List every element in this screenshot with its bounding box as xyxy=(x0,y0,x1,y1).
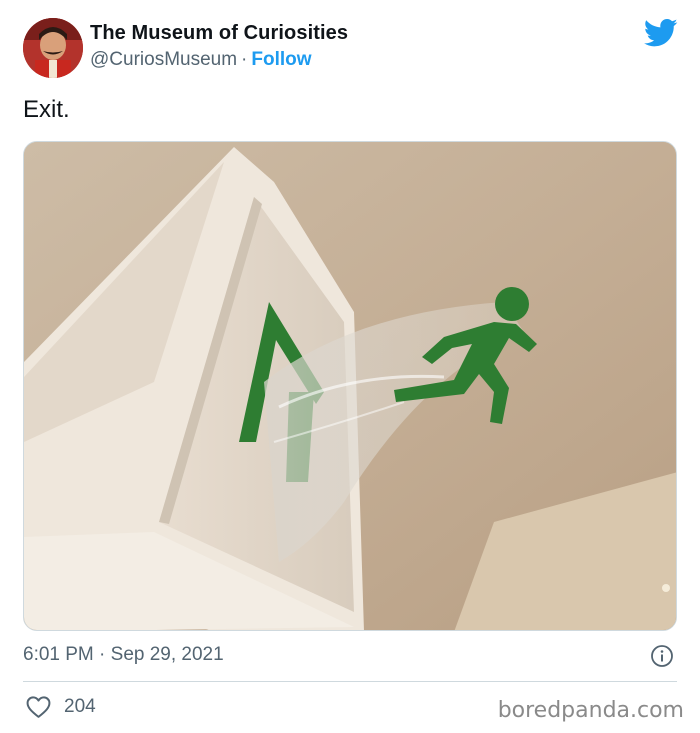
author-display-name[interactable]: The Museum of Curiosities xyxy=(90,22,348,45)
info-icon[interactable] xyxy=(650,644,674,668)
info-glyph xyxy=(651,645,673,667)
author-avatar[interactable] xyxy=(23,18,83,78)
handle-separator: · xyxy=(241,49,248,70)
tweet-card: The Museum of Curiosities @CuriosMuseum ·… xyxy=(0,0,700,733)
twitter-bird-icon[interactable] xyxy=(644,18,678,48)
like-count: 204 xyxy=(64,696,96,717)
exit-sign-photo xyxy=(24,142,676,630)
follow-button[interactable]: Follow xyxy=(251,49,311,70)
author-handle[interactable]: @CuriosMuseum xyxy=(90,49,237,70)
avatar-image xyxy=(23,18,83,78)
twitter-bird-glyph xyxy=(644,18,678,47)
source-watermark: boredpanda.com xyxy=(497,698,684,723)
heart-glyph xyxy=(26,696,51,718)
tweet-photo[interactable] xyxy=(23,141,677,631)
heart-icon[interactable] xyxy=(26,695,51,719)
divider xyxy=(23,681,677,682)
author-handle-row: @CuriosMuseum · Follow xyxy=(90,49,312,71)
tweet-timestamp[interactable]: 6:01 PM · Sep 29, 2021 xyxy=(23,644,224,666)
tweet-text: Exit. xyxy=(23,96,70,123)
